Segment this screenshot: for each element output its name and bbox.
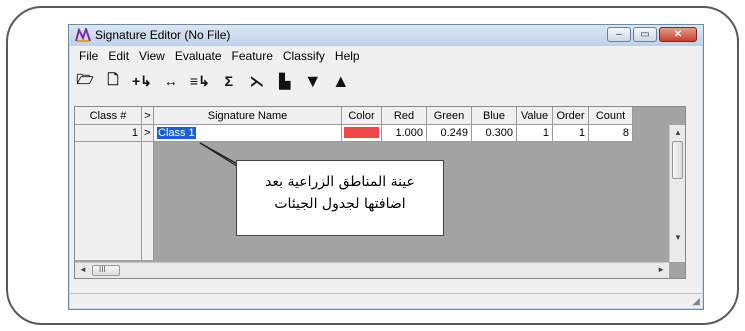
cell-green[interactable]: 0.249 bbox=[427, 125, 472, 142]
menu-help[interactable]: Help bbox=[335, 49, 360, 63]
horizontal-scrollbar[interactable]: ◄ III ► bbox=[75, 262, 669, 278]
cell-color[interactable] bbox=[342, 125, 382, 142]
scroll-left-icon[interactable]: ◄ bbox=[79, 265, 87, 274]
minimize-button[interactable]: – bbox=[607, 27, 631, 42]
cell-class-number: 1 bbox=[75, 125, 142, 142]
resize-grip-icon[interactable]: ◢ bbox=[692, 296, 700, 307]
histogram-icon[interactable]: ▙ bbox=[276, 73, 294, 90]
window-controls: – ▭ ✕ bbox=[607, 27, 697, 42]
cell-red[interactable]: 1.000 bbox=[382, 125, 427, 142]
maximize-icon: ▭ bbox=[640, 29, 650, 40]
close-button[interactable]: ✕ bbox=[659, 27, 697, 42]
menu-evaluate[interactable]: Evaluate bbox=[175, 49, 222, 63]
col-class-number[interactable]: Class # bbox=[75, 107, 142, 125]
col-green[interactable]: Green bbox=[427, 107, 472, 125]
menu-view[interactable]: View bbox=[139, 49, 165, 63]
cell-blue[interactable]: 0.300 bbox=[472, 125, 517, 142]
col-red[interactable]: Red bbox=[382, 107, 427, 125]
cell-value[interactable]: 1 bbox=[517, 125, 553, 142]
scroll-down-icon[interactable]: ▼ bbox=[674, 233, 682, 242]
toolbar: 🗁 🗋 +↳ ↔ ≡↳ Σ ⋋ ▙ ▼ ▲ bbox=[70, 66, 702, 96]
close-icon: ✕ bbox=[673, 29, 683, 40]
annotation-line-1: عينة المناطق الزراعية بعد bbox=[265, 174, 415, 190]
statistics-sigma-icon[interactable]: Σ bbox=[220, 73, 238, 89]
col-marker[interactable]: > bbox=[142, 107, 154, 125]
horizontal-scroll-thumb[interactable]: III bbox=[92, 265, 120, 276]
sort-down-icon[interactable]: ▼ bbox=[304, 71, 322, 92]
menu-bar: File Edit View Evaluate Feature Classify… bbox=[70, 46, 702, 66]
col-signature-name[interactable]: Signature Name bbox=[154, 107, 342, 125]
title-bar: Signature Editor (No File) – ▭ ✕ bbox=[69, 25, 703, 46]
marker-column bbox=[142, 142, 154, 260]
open-folder-icon[interactable]: 🗁 bbox=[76, 69, 94, 93]
signature-name-text[interactable]: Class 1 bbox=[157, 127, 196, 139]
new-document-icon[interactable]: 🗋 bbox=[104, 69, 122, 93]
cell-count[interactable]: 8 bbox=[589, 125, 633, 142]
maximize-button[interactable]: ▭ bbox=[633, 27, 657, 42]
menu-edit[interactable]: Edit bbox=[108, 49, 129, 63]
replace-icon[interactable]: ↔ bbox=[162, 73, 180, 89]
color-swatch bbox=[344, 127, 379, 138]
annotation-line-2: اضافتها لجدول الجيئات bbox=[274, 196, 406, 212]
col-blue[interactable]: Blue bbox=[472, 107, 517, 125]
cell-marker: > bbox=[142, 125, 154, 142]
menu-feature[interactable]: Feature bbox=[232, 49, 273, 63]
scroll-up-icon[interactable]: ▲ bbox=[674, 128, 682, 137]
window-title: Signature Editor (No File) bbox=[95, 28, 231, 42]
annotation-callout: عينة المناطق الزراعية بعد اضافتها لجدول … bbox=[236, 160, 444, 236]
minimize-icon: – bbox=[616, 29, 622, 40]
merge-icon[interactable]: ≡↳ bbox=[190, 73, 210, 90]
thumb-grip-text: III bbox=[99, 265, 106, 274]
app-icon bbox=[75, 28, 91, 42]
col-order[interactable]: Order bbox=[553, 107, 589, 125]
vertical-scroll-thumb[interactable] bbox=[672, 141, 683, 179]
vertical-scrollbar[interactable]: ▲ ▼ bbox=[669, 125, 685, 262]
cell-signature-name[interactable]: Class 1 bbox=[154, 125, 342, 142]
row-header-column bbox=[75, 142, 142, 260]
menu-file[interactable]: File bbox=[79, 49, 98, 63]
table-header: Class # > Signature Name Color Red Green… bbox=[75, 107, 633, 125]
status-bar: ◢ bbox=[70, 293, 702, 308]
sort-up-icon[interactable]: ▲ bbox=[332, 71, 350, 92]
col-color[interactable]: Color bbox=[342, 107, 382, 125]
col-value[interactable]: Value bbox=[517, 107, 553, 125]
add-row-icon[interactable]: +↳ bbox=[132, 73, 152, 90]
table-row[interactable]: 1 > Class 1 1.000 0.249 0.300 1 1 8 bbox=[75, 125, 633, 142]
cell-order[interactable]: 1 bbox=[553, 125, 589, 142]
feature-space-icon[interactable]: ⋋ bbox=[248, 73, 266, 90]
scroll-right-icon[interactable]: ► bbox=[657, 265, 665, 274]
col-count[interactable]: Count bbox=[589, 107, 633, 125]
menu-classify[interactable]: Classify bbox=[283, 49, 325, 63]
